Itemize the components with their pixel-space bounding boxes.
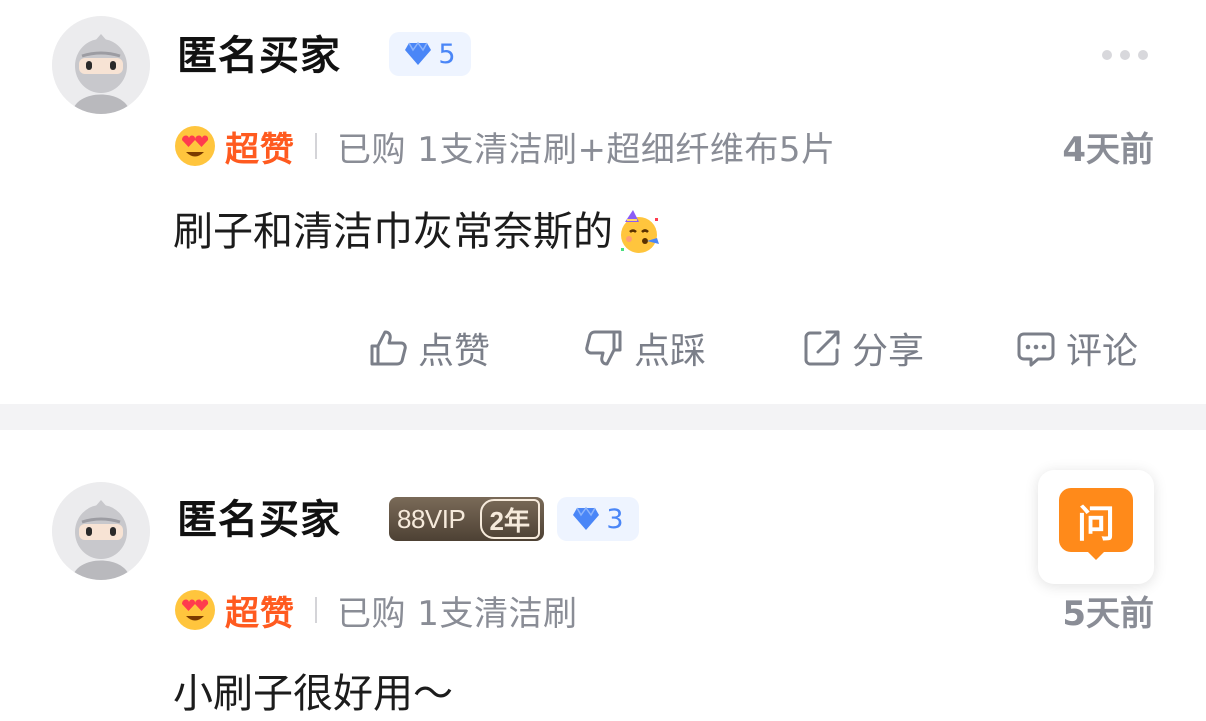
like-label: 点赞 (418, 331, 491, 372)
ask-question-button[interactable]: 问 (1038, 470, 1154, 584)
divider (315, 133, 317, 159)
review-actions: 点赞 点踩 分享 评论 (366, 322, 1156, 374)
review-content: 小刷子很好用～ (173, 668, 453, 720)
diamond-icon (573, 506, 600, 530)
review-content: 刷子和清洁巾灰常奈斯的 (173, 206, 663, 258)
ask-icon: 问 (1059, 488, 1133, 552)
vip-label: 88VIP (397, 503, 466, 534)
avatar[interactable] (52, 482, 150, 580)
comment-label: 评论 (1066, 331, 1139, 372)
avatar[interactable] (52, 16, 150, 114)
review-time: 5天前 (1062, 593, 1154, 634)
username: 匿名买家 (177, 33, 341, 79)
heart-eyes-emoji-icon (175, 590, 215, 630)
more-options-icon[interactable] (1102, 50, 1152, 64)
rating-label: 超赞 (225, 129, 295, 170)
anonymous-ninja-avatar-icon (52, 16, 150, 114)
rating-label: 超赞 (225, 593, 295, 634)
thumbs-down-icon (585, 330, 622, 366)
share-button[interactable]: 分享 (800, 322, 924, 374)
purchase-info: 已购 1支清洁刷 (337, 593, 578, 634)
username: 匿名买家 (177, 497, 341, 543)
diamond-icon (405, 41, 432, 65)
review-time: 4天前 (1062, 129, 1154, 170)
dislike-button[interactable]: 点踩 (582, 322, 706, 374)
vip-badge: 88VIP 2年 (389, 497, 544, 541)
level-number: 5 (438, 38, 456, 70)
divider (315, 597, 317, 623)
review-card: 匿名买家 5 超赞 已购 1支清洁刷+超细纤维布5片 4天前 刷子和清洁巾灰常奈… (0, 0, 1206, 404)
section-divider (0, 404, 1206, 430)
thumbs-up-icon (370, 330, 407, 366)
review-text: 小刷子很好用～ (173, 671, 453, 717)
comment-button[interactable]: 评论 (1014, 322, 1138, 374)
level-badge: 5 (389, 32, 471, 76)
level-number: 3 (606, 503, 624, 535)
review-text: 刷子和清洁巾灰常奈斯的 (173, 209, 613, 255)
review-card: 匿名买家 88VIP 2年 3 超赞 已购 1支清洁刷 5天前 小刷子很好用～ (0, 430, 1206, 721)
purchase-info: 已购 1支清洁刷+超细纤维布5片 (337, 129, 836, 170)
review-meta: 超赞 已购 1支清洁刷+超细纤维布5片 4天前 (173, 122, 1154, 170)
partying-face-icon (621, 210, 659, 253)
share-icon (804, 330, 840, 366)
heart-eyes-emoji-icon (175, 126, 215, 166)
share-label: 分享 (852, 331, 925, 372)
review-meta: 超赞 已购 1支清洁刷 5天前 (173, 586, 1154, 634)
anonymous-ninja-avatar-icon (52, 482, 150, 580)
dislike-label: 点踩 (634, 331, 707, 372)
like-button[interactable]: 点赞 (366, 322, 490, 374)
comment-icon (1017, 332, 1055, 367)
level-badge: 3 (557, 497, 639, 541)
vip-years: 2年 (479, 499, 540, 539)
